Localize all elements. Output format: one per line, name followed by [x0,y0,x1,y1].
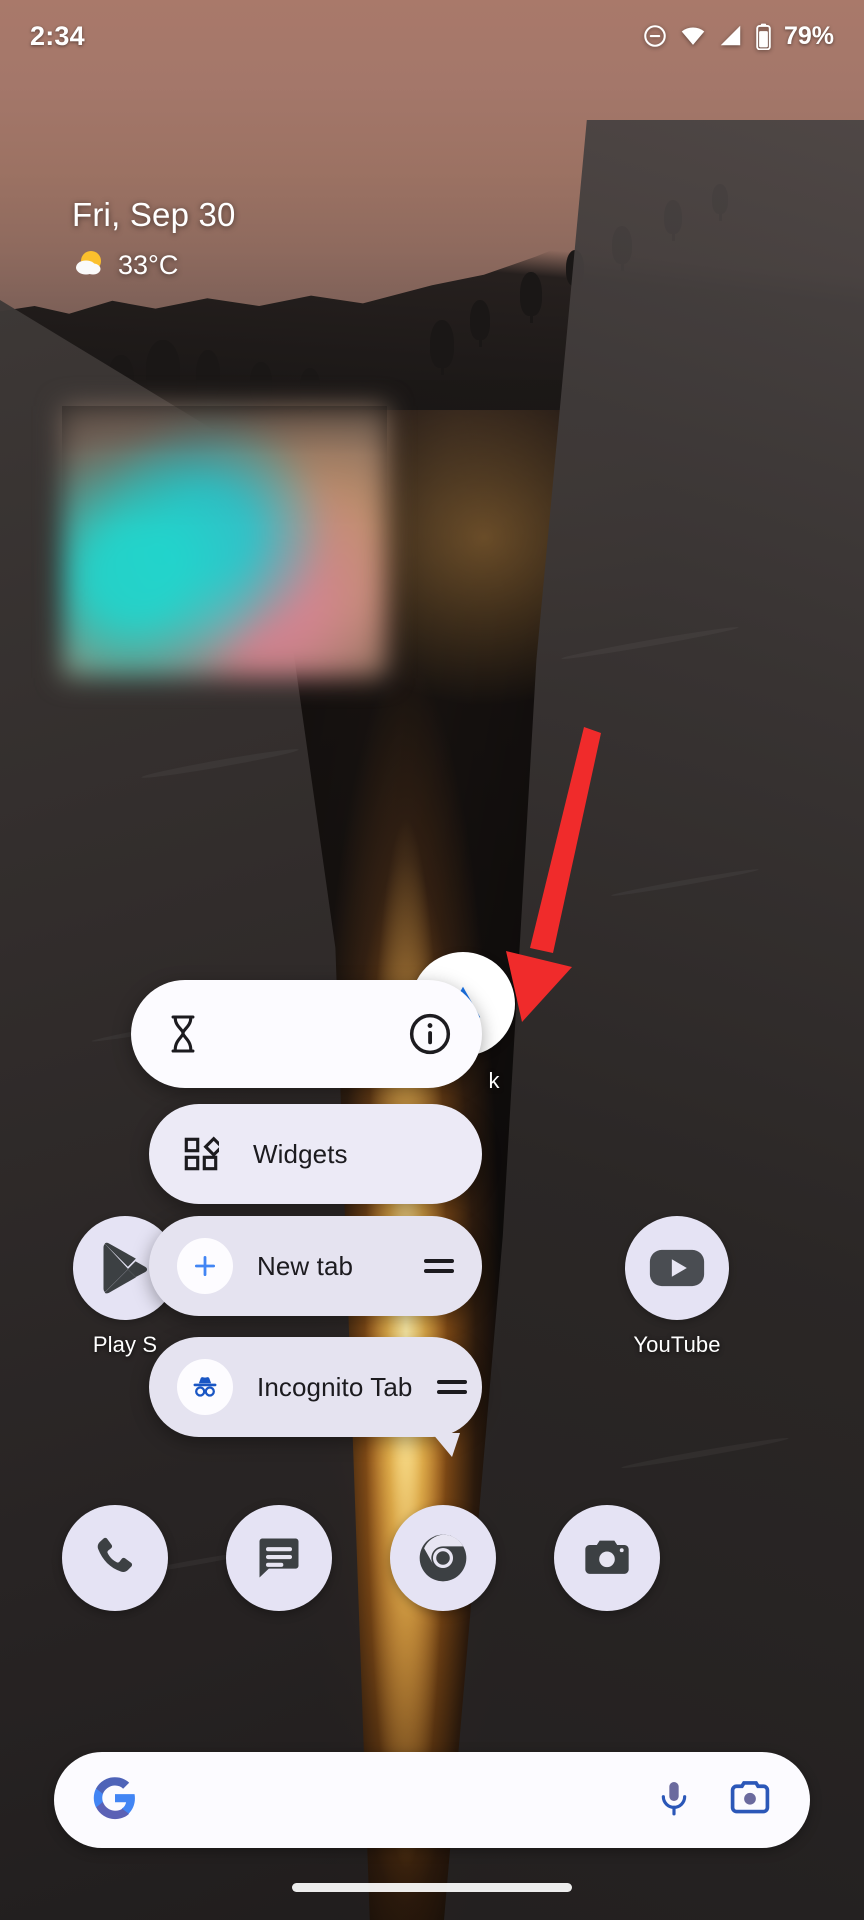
popup-item-label: New tab [257,1250,354,1281]
drag-handle-icon[interactable] [436,1380,467,1394]
app-long-press-popup: Widgets New tab Incognito Tab [0,0,864,1920]
incognito-icon [177,1359,233,1415]
plus-icon [177,1238,233,1294]
popup-item-incognito-tab[interactable]: Incognito Tab [149,1337,482,1457]
popup-item-new-tab[interactable]: New tab [149,1216,482,1316]
popup-item-label: Incognito Tab [257,1371,413,1402]
widgets-icon [179,1132,223,1176]
popup-item-widgets[interactable]: Widgets [149,1104,482,1204]
popup-item-shortcut[interactable] [131,980,482,1088]
hourglass-icon [161,1012,205,1056]
drag-handle-icon[interactable] [424,1259,454,1273]
info-icon[interactable] [408,1012,452,1056]
popup-item-label: Widgets [253,1138,348,1169]
